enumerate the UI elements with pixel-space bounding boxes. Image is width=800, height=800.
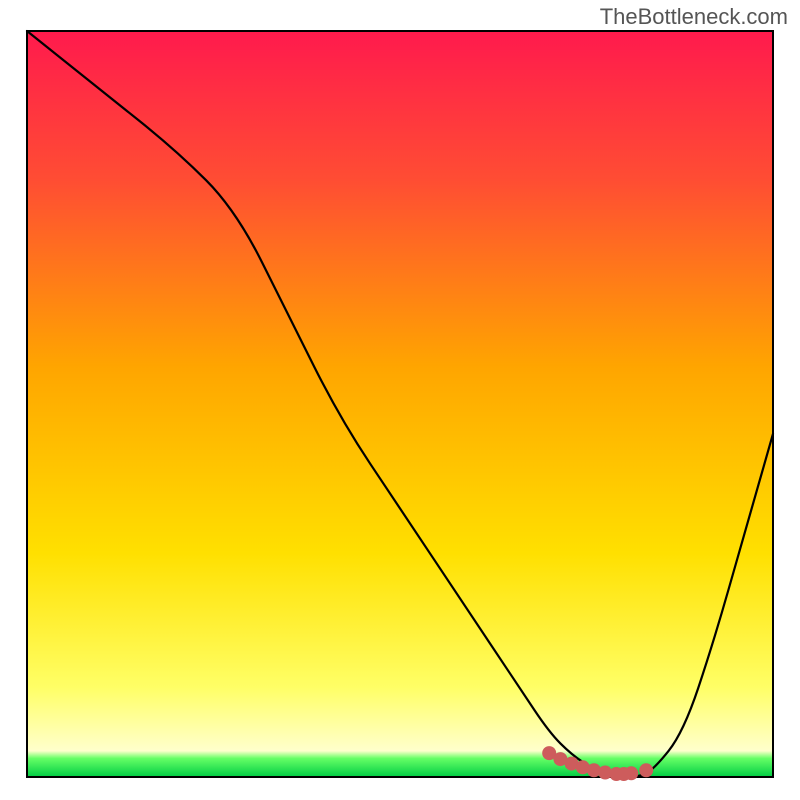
chart-container: TheBottleneck.com	[0, 0, 800, 800]
plot-background	[27, 31, 773, 777]
chart-svg	[0, 0, 800, 800]
selected-point	[639, 763, 653, 777]
watermark-text: TheBottleneck.com	[600, 4, 788, 30]
selected-point	[624, 766, 638, 780]
